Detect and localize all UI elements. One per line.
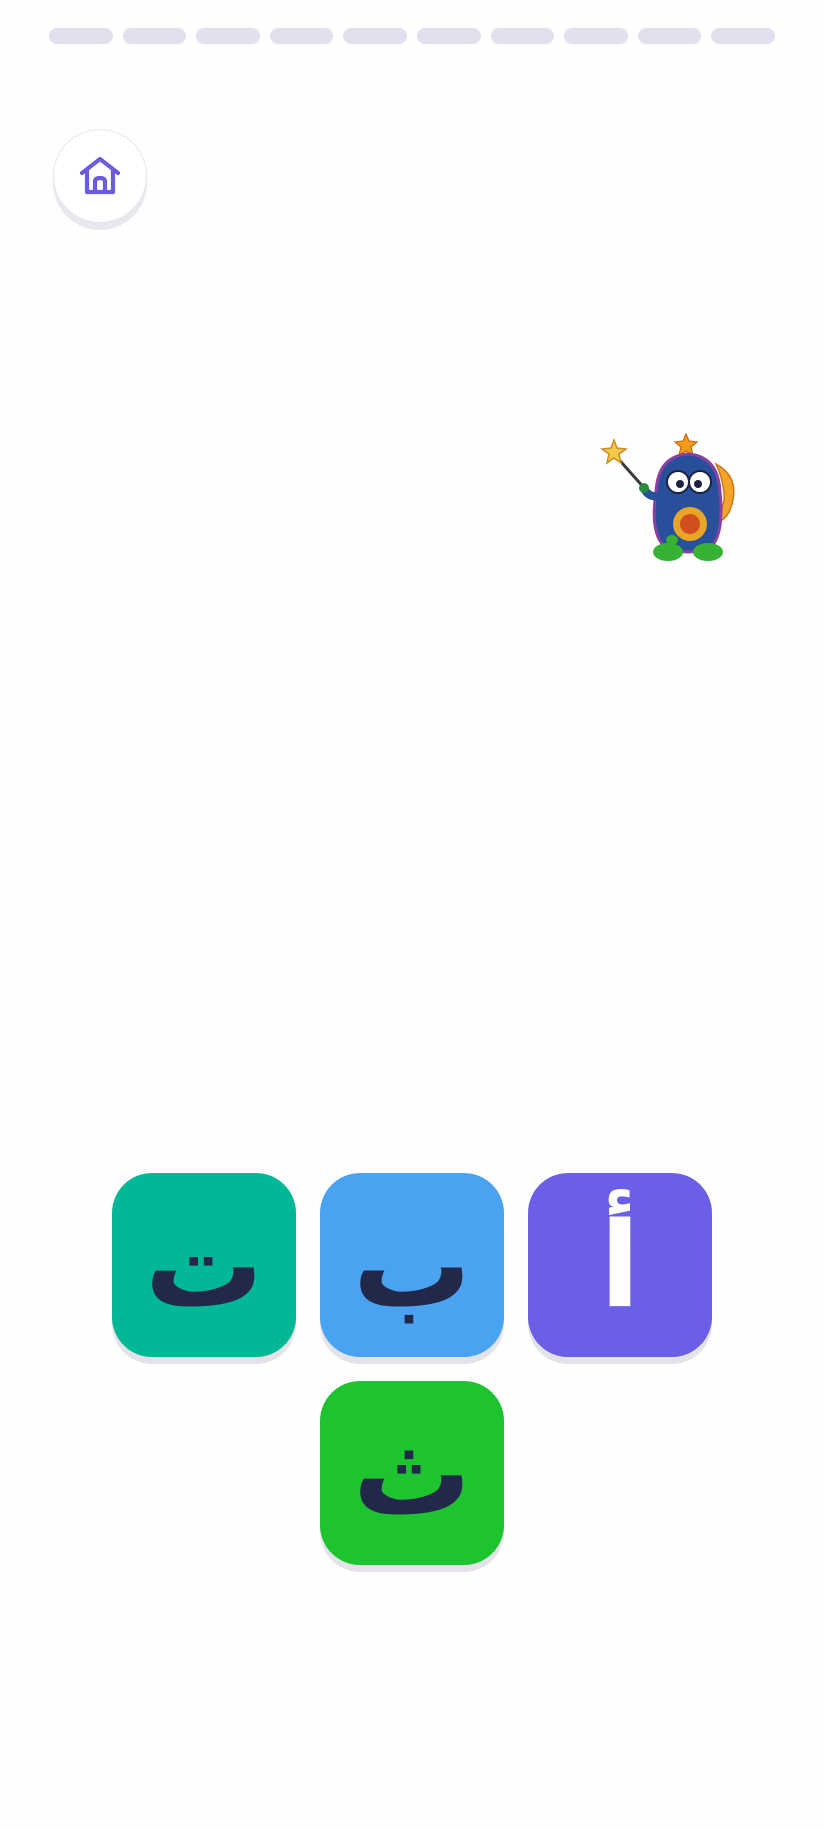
progress-segment [711,28,775,44]
progress-segment [564,28,628,44]
progress-segment [269,28,334,44]
home-icon [79,156,121,195]
progress-segment [343,28,407,44]
letter-tile-thaa[interactable]: ث [320,1381,504,1565]
progress-segment [122,28,187,44]
progress-segment [637,28,702,44]
tile-letter: أ [599,1196,641,1334]
wizard-monster-mascot [600,432,735,561]
tile-letter: ت [144,1196,264,1334]
progress-segment [49,28,113,44]
letter-tile-alif-hamza[interactable]: أ [528,1173,712,1357]
progress-segment [416,28,481,44]
tile-letter: ث [352,1404,472,1542]
tile-letter: ب [352,1196,472,1334]
progress-bar [49,28,775,44]
progress-segment [196,28,260,44]
letter-tile-baa[interactable]: ب [320,1173,504,1357]
letter-tile-taa[interactable]: ت [112,1173,296,1357]
home-button[interactable] [53,129,147,223]
progress-segment [490,28,555,44]
